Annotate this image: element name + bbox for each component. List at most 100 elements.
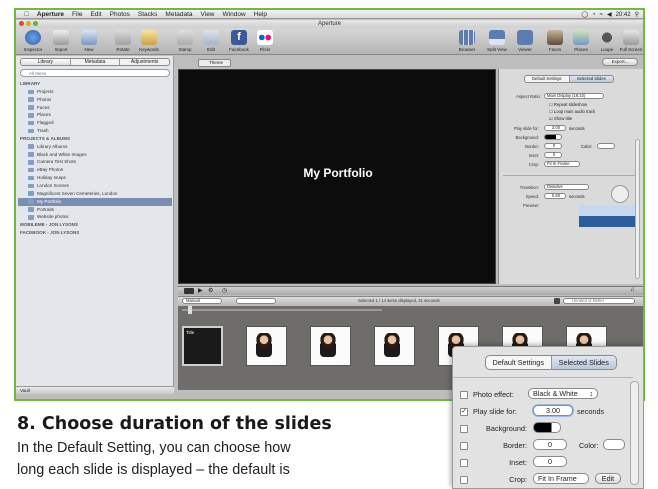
keywords-button[interactable]: Keywords bbox=[134, 30, 164, 52]
inset-stepper[interactable]: 0 bbox=[544, 152, 562, 158]
transition-direction-dial[interactable] bbox=[611, 185, 629, 203]
aspect-ratio-select[interactable]: Main Display (16:10) bbox=[544, 93, 604, 99]
browser-search-input[interactable]: Unrated or Better bbox=[563, 298, 635, 304]
menu-view[interactable]: View bbox=[201, 11, 215, 18]
photo-effect-select[interactable]: Black & White ↕ bbox=[528, 388, 598, 399]
sidebar-item[interactable]: LIBRARY bbox=[18, 80, 172, 88]
tab-library[interactable]: Library bbox=[21, 59, 71, 65]
wifi-icon[interactable]: ≈ bbox=[600, 12, 603, 18]
menu-photos[interactable]: Photos bbox=[110, 11, 130, 18]
sort-mode-select[interactable]: Manual bbox=[182, 298, 222, 304]
camera-icon[interactable] bbox=[184, 288, 194, 294]
sidebar-item[interactable]: Magnificent Seven Cemeteries, London bbox=[18, 190, 172, 198]
sidebar-item[interactable]: FACEBOOK - JON LYSONS bbox=[18, 229, 172, 237]
slide-thumbnail[interactable]: Title bbox=[182, 326, 223, 366]
sidebar-item[interactable]: Flagged bbox=[18, 119, 172, 127]
zoom-border-color-well[interactable] bbox=[603, 439, 625, 450]
sidebar-item[interactable]: London Scenes bbox=[18, 182, 172, 190]
import-button[interactable]: Import bbox=[46, 30, 76, 52]
view-mode-buttons[interactable] bbox=[236, 298, 276, 304]
vault-label[interactable]: Vault bbox=[20, 388, 30, 393]
speed-input[interactable]: 0.50 bbox=[544, 193, 566, 199]
tab-selected-slides[interactable]: Selected Slides bbox=[569, 76, 613, 82]
export-button[interactable]: Export... bbox=[602, 58, 638, 66]
menu-app-name[interactable]: Aperture bbox=[37, 11, 64, 18]
sidebar-item[interactable]: Library Albums bbox=[18, 143, 172, 151]
settings-gear-icon[interactable]: ⚙ bbox=[208, 287, 213, 294]
timer-icon[interactable]: ◷ bbox=[222, 287, 227, 294]
slide-thumbnail[interactable]: ★★★★★ bbox=[246, 326, 287, 366]
transition-label: Transition: bbox=[519, 185, 539, 190]
viewer-button[interactable]: Viewer bbox=[510, 30, 540, 52]
tab-default-settings[interactable]: Default Settings bbox=[525, 76, 570, 82]
sidebar-item[interactable]: My Portfolio bbox=[18, 197, 172, 206]
slide-thumbnail[interactable]: ★★★★★ bbox=[374, 326, 415, 366]
background-color-well[interactable] bbox=[544, 134, 562, 140]
inspector-button[interactable]: Inspector bbox=[18, 30, 48, 52]
menu-window[interactable]: Window bbox=[223, 11, 246, 18]
show-title-checkbox[interactable]: ☑ Show title bbox=[549, 116, 572, 121]
sidebar-item[interactable]: Faces bbox=[18, 104, 172, 112]
zoom-window-button[interactable] bbox=[33, 21, 38, 26]
music-note-icon[interactable]: ♫ bbox=[630, 287, 635, 293]
zoom-play-slide-duration-input[interactable]: 3.00 bbox=[533, 405, 573, 416]
menu-help[interactable]: Help bbox=[254, 11, 267, 18]
sidebar-item[interactable]: Camera Test Shots bbox=[18, 158, 172, 166]
photo-effect-checkbox[interactable] bbox=[460, 391, 468, 399]
apple-menu-icon[interactable]:  bbox=[24, 11, 29, 18]
full-screen-button[interactable]: Full Screen bbox=[616, 30, 643, 52]
flickr-button[interactable]: Flickr bbox=[250, 30, 280, 52]
sidebar-item[interactable]: PROJECTS & ALBUMS bbox=[18, 135, 172, 143]
menu-metadata[interactable]: Metadata bbox=[165, 11, 192, 18]
menu-stacks[interactable]: Stacks bbox=[138, 11, 158, 18]
zoom-scrollbar[interactable] bbox=[630, 381, 639, 485]
transition-select[interactable]: Dissolve bbox=[544, 184, 589, 190]
zoom-tab-selected-slides[interactable]: Selected Slides bbox=[551, 356, 616, 369]
zoom-inset-stepper[interactable]: 0 bbox=[533, 456, 567, 467]
play-icon[interactable]: ▶ bbox=[198, 287, 203, 294]
close-window-button[interactable] bbox=[19, 21, 24, 26]
new-button[interactable]: New bbox=[74, 30, 104, 52]
crop-select[interactable]: Fit In Frame bbox=[544, 161, 580, 167]
crop-edit-button[interactable]: Edit bbox=[595, 473, 621, 484]
loop-audio-checkbox[interactable]: ☐ Loop main audio track bbox=[549, 109, 595, 114]
minimize-window-button[interactable] bbox=[26, 21, 31, 26]
sidebar-item[interactable]: Black and White Images bbox=[18, 151, 172, 159]
playhead-marker[interactable] bbox=[188, 306, 192, 314]
sync-icon[interactable]: ◯ bbox=[581, 11, 588, 18]
menu-file[interactable]: File bbox=[72, 11, 82, 18]
split-view-button[interactable]: Split View bbox=[482, 30, 512, 52]
play-slide-duration-input[interactable]: 3.00 bbox=[544, 125, 566, 131]
zoom-border-stepper[interactable]: 0 bbox=[533, 439, 567, 450]
sidebar-search-input[interactable]: All Items bbox=[20, 69, 170, 77]
edit-button[interactable]: Edit bbox=[196, 30, 226, 52]
sidebar-item[interactable]: Places bbox=[18, 111, 172, 119]
menu-edit[interactable]: Edit bbox=[90, 11, 101, 18]
panel-scrollbar[interactable] bbox=[635, 139, 640, 279]
zoom-crop-select[interactable]: Fit In Frame bbox=[533, 473, 589, 484]
sidebar-item[interactable]: Portraits bbox=[18, 206, 172, 214]
time-machine-icon[interactable]: ◔ bbox=[592, 12, 596, 18]
sidebar-item[interactable]: eBay Photos bbox=[18, 166, 172, 174]
sidebar-item[interactable]: Holiday snaps bbox=[18, 174, 172, 182]
theme-button[interactable]: Theme bbox=[198, 59, 231, 67]
slide-thumbnail[interactable]: ★★★★★ bbox=[310, 326, 351, 366]
play-slide-checkbox[interactable]: ✓ bbox=[460, 408, 468, 416]
sidebar-item[interactable]: Website photos bbox=[18, 213, 172, 221]
border-color-well[interactable] bbox=[597, 143, 615, 149]
spotlight-icon[interactable]: ⚲ bbox=[635, 11, 639, 18]
volume-icon[interactable]: ◀ bbox=[607, 11, 612, 18]
zoom-tab-default-settings[interactable]: Default Settings bbox=[486, 356, 552, 369]
border-stepper[interactable]: 0 bbox=[544, 143, 562, 149]
sidebar-item[interactable]: MOBILEME - JON LYSONS bbox=[18, 221, 172, 229]
clock-label[interactable]: 20:42 bbox=[616, 12, 631, 18]
zoom-background-color-well[interactable] bbox=[533, 422, 561, 433]
tab-adjustments[interactable]: Adjustments bbox=[120, 59, 169, 65]
tab-metadata[interactable]: Metadata bbox=[71, 59, 121, 65]
sidebar-item[interactable]: Projects bbox=[18, 88, 172, 96]
browser-button[interactable]: Browser bbox=[452, 30, 482, 52]
sidebar-item[interactable]: Photos bbox=[18, 96, 172, 104]
filter-icon[interactable] bbox=[554, 298, 560, 304]
sidebar-item[interactable]: Trash bbox=[18, 127, 172, 135]
repeat-slideshow-checkbox[interactable]: ☐ Repeat slideshow bbox=[549, 102, 587, 107]
